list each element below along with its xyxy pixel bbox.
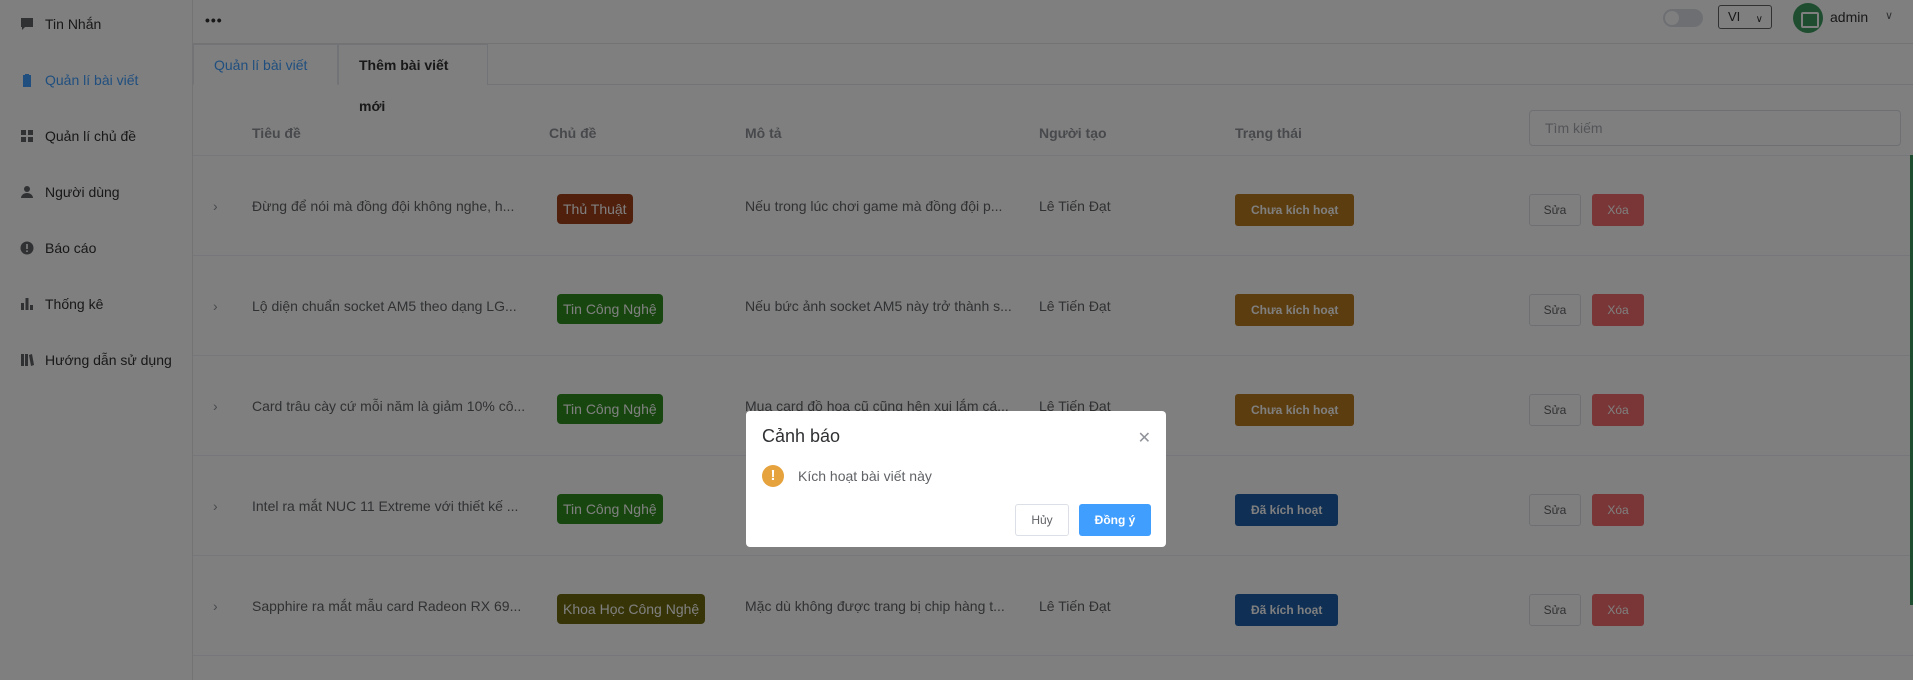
close-icon[interactable]: ✕ <box>1138 428 1151 448</box>
confirm-dialog: Cảnh báo ✕ ! Kích hoạt bài viết này Hủy … <box>746 411 1166 547</box>
confirm-button[interactable]: Đồng ý <box>1079 504 1151 536</box>
warning-icon: ! <box>762 465 784 487</box>
dialog-title: Cảnh báo <box>762 426 841 446</box>
modal-overlay[interactable] <box>0 0 1913 680</box>
dialog-message: Kích hoạt bài viết này <box>798 468 932 484</box>
cancel-button[interactable]: Hủy <box>1015 504 1069 536</box>
